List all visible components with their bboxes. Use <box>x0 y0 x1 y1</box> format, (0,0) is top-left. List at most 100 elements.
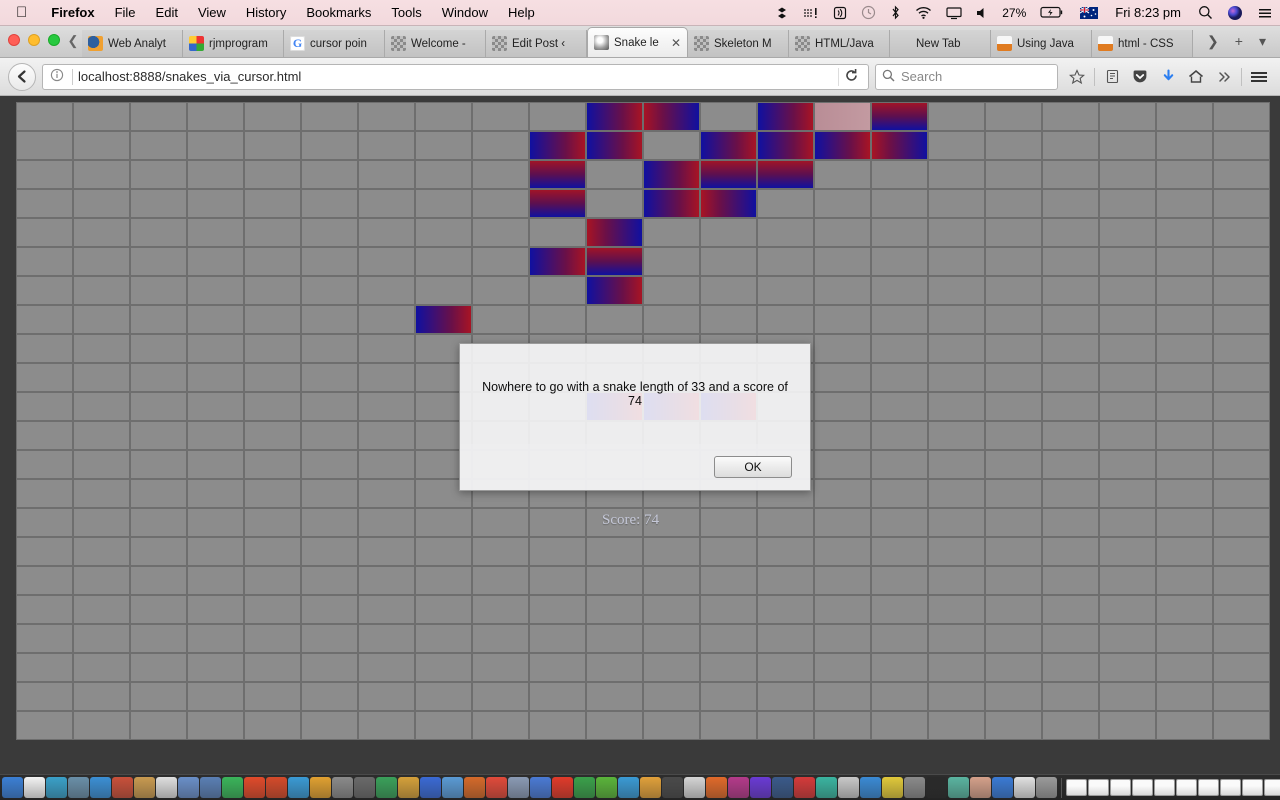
grid-cell[interactable] <box>871 566 928 595</box>
grid-cell[interactable] <box>73 218 130 247</box>
grid-cell[interactable] <box>16 334 73 363</box>
grid-cell[interactable] <box>586 624 643 653</box>
grid-cell[interactable] <box>358 508 415 537</box>
grid-cell[interactable] <box>472 131 529 160</box>
grid-cell[interactable] <box>358 363 415 392</box>
snake-segment-cell[interactable] <box>643 160 700 189</box>
grid-cell[interactable] <box>301 305 358 334</box>
tab-9[interactable]: Using Java <box>991 30 1092 57</box>
grid-cell[interactable] <box>301 450 358 479</box>
grid-cell[interactable] <box>187 421 244 450</box>
grid-cell[interactable] <box>700 711 757 740</box>
grid-cell[interactable] <box>301 102 358 131</box>
grid-cell[interactable] <box>187 711 244 740</box>
grid-cell[interactable] <box>871 305 928 334</box>
grid-cell[interactable] <box>16 305 73 334</box>
close-window-button[interactable] <box>8 34 20 46</box>
dock-app-icon-25[interactable] <box>552 777 573 798</box>
grid-cell[interactable] <box>1099 247 1156 276</box>
grid-cell[interactable] <box>1042 624 1099 653</box>
australia-flag-icon[interactable] <box>1073 6 1105 19</box>
grid-cell[interactable] <box>814 218 871 247</box>
grid-cell[interactable] <box>1213 276 1270 305</box>
grid-cell[interactable] <box>643 131 700 160</box>
grid-cell[interactable] <box>187 305 244 334</box>
home-icon[interactable] <box>1183 64 1209 90</box>
grid-cell[interactable] <box>586 566 643 595</box>
grid-cell[interactable] <box>871 276 928 305</box>
grid-cell[interactable] <box>928 189 985 218</box>
menu-item-history[interactable]: History <box>236 5 296 20</box>
grid-cell[interactable] <box>529 537 586 566</box>
grid-cell[interactable] <box>757 508 814 537</box>
double-chevron-icon[interactable] <box>1211 64 1237 90</box>
grid-cell[interactable] <box>871 479 928 508</box>
grid-cell[interactable] <box>1156 305 1213 334</box>
dock-app-icon-46[interactable] <box>1014 777 1035 798</box>
grid-cell[interactable] <box>16 392 73 421</box>
audio-output-icon[interactable] <box>826 6 854 20</box>
tab-3[interactable]: Welcome - <box>385 30 486 57</box>
dock-app-icon-14[interactable] <box>310 777 331 798</box>
grid-cell[interactable] <box>415 508 472 537</box>
grid-cell[interactable] <box>814 334 871 363</box>
grid-cell[interactable] <box>757 276 814 305</box>
grid-cell[interactable] <box>244 102 301 131</box>
grid-cell[interactable] <box>529 566 586 595</box>
grid-cell[interactable] <box>73 247 130 276</box>
grid-cell[interactable] <box>187 218 244 247</box>
grid-cell[interactable] <box>1156 392 1213 421</box>
dock-app-icon-32[interactable] <box>706 777 727 798</box>
snake-segment-cell[interactable] <box>643 102 700 131</box>
siri-icon[interactable] <box>1220 5 1250 21</box>
back-button[interactable] <box>8 62 36 91</box>
grid-cell[interactable] <box>244 160 301 189</box>
tab-2[interactable]: cursor poin <box>284 30 385 57</box>
grid-cell[interactable] <box>871 247 928 276</box>
grid-cell[interactable] <box>244 392 301 421</box>
grid-cell[interactable] <box>1099 624 1156 653</box>
grid-cell[interactable] <box>244 508 301 537</box>
grid-cell[interactable] <box>871 160 928 189</box>
grid-cell[interactable] <box>814 624 871 653</box>
grid-cell[interactable] <box>187 160 244 189</box>
dock-app-icon-38[interactable] <box>838 777 859 798</box>
grid-cell[interactable] <box>73 711 130 740</box>
grid-cell[interactable] <box>985 189 1042 218</box>
grid-cell[interactable] <box>814 421 871 450</box>
grid-cell[interactable] <box>1042 682 1099 711</box>
grid-cell[interactable] <box>415 595 472 624</box>
grid-cell[interactable] <box>757 218 814 247</box>
grid-cell[interactable] <box>244 537 301 566</box>
grid-cell[interactable] <box>529 508 586 537</box>
dock-app-icon-39[interactable] <box>860 777 881 798</box>
grid-cell[interactable] <box>73 160 130 189</box>
snake-segment-cell[interactable] <box>757 102 814 131</box>
grid-cell[interactable] <box>814 566 871 595</box>
snake-segment-cell[interactable] <box>529 189 586 218</box>
grid-cell[interactable] <box>814 363 871 392</box>
grid-cell[interactable] <box>358 450 415 479</box>
grid-cell[interactable] <box>1213 508 1270 537</box>
grid-cell[interactable] <box>985 363 1042 392</box>
grid-cell[interactable] <box>814 392 871 421</box>
snake-segment-cell[interactable] <box>643 189 700 218</box>
grid-cell[interactable] <box>130 189 187 218</box>
grid-cell[interactable] <box>1042 450 1099 479</box>
grid-cell[interactable] <box>301 624 358 653</box>
grid-cell[interactable] <box>985 334 1042 363</box>
grid-cell[interactable] <box>415 218 472 247</box>
list-all-tabs-button[interactable]: ▾ <box>1251 33 1274 50</box>
grid-cell[interactable] <box>244 450 301 479</box>
grid-cell[interactable] <box>187 479 244 508</box>
grid-cell[interactable] <box>985 595 1042 624</box>
menu-item-view[interactable]: View <box>188 5 236 20</box>
grid-cell[interactable] <box>73 363 130 392</box>
grid-cell[interactable] <box>1156 334 1213 363</box>
grid-cell[interactable] <box>16 682 73 711</box>
grid-cell[interactable] <box>1099 537 1156 566</box>
snake-segment-cell[interactable] <box>586 131 643 160</box>
grid-cell[interactable] <box>586 189 643 218</box>
grid-cell[interactable] <box>244 276 301 305</box>
grid-cell[interactable] <box>1213 479 1270 508</box>
